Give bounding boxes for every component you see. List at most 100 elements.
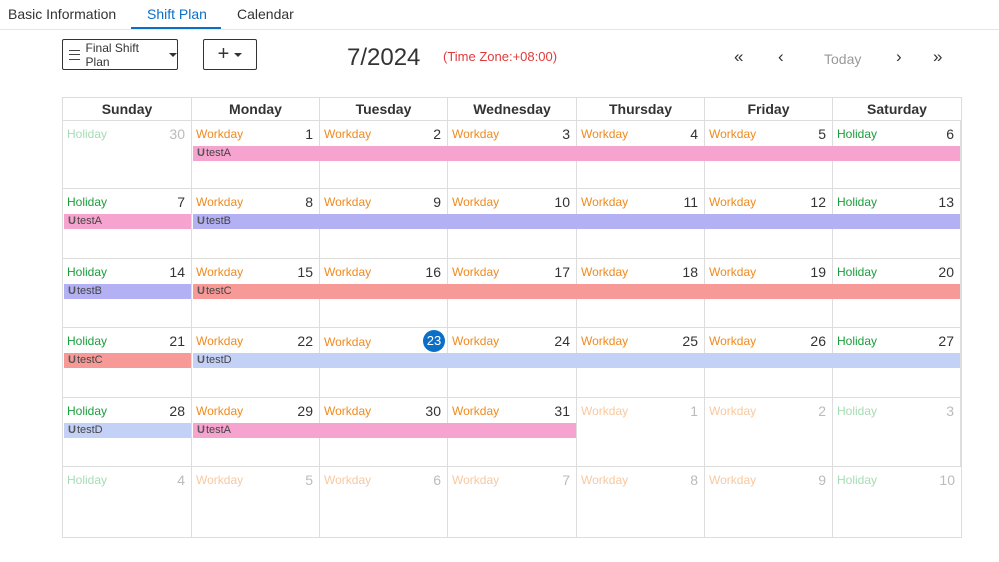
day-number: 13 (938, 194, 954, 210)
shift-bar-testA[interactable]: UtestA (193, 423, 576, 438)
day-cell[interactable]: Holiday 3 (833, 398, 961, 466)
day-status-label: Workday (581, 334, 629, 348)
day-cell[interactable]: Workday 9 (705, 467, 833, 537)
weekday-monday: Monday (192, 98, 320, 120)
day-number: 29 (297, 403, 313, 419)
day-status-label: Workday (581, 127, 629, 141)
day-number: 18 (682, 264, 698, 280)
weekday-tuesday: Tuesday (320, 98, 448, 120)
tab-shift-plan[interactable]: Shift Plan (147, 6, 207, 22)
day-number: 7 (562, 472, 570, 488)
day-number: 24 (554, 333, 570, 349)
day-cell[interactable]: Workday 7 (448, 467, 577, 537)
day-status-label: Workday (196, 127, 244, 141)
day-status-label: Holiday (67, 334, 108, 348)
day-number: 6 (946, 126, 954, 142)
day-number: 25 (682, 333, 698, 349)
previous-month-icon[interactable]: ‹ (778, 47, 784, 67)
tab-basic-information[interactable]: Basic Information (8, 6, 116, 22)
day-status-label: Holiday (837, 334, 878, 348)
day-cell[interactable]: Workday 5 (192, 467, 320, 537)
shift-name: testC (76, 354, 103, 366)
day-cell[interactable]: Workday 1 (577, 398, 705, 466)
day-status-label: Workday (196, 195, 244, 209)
day-status-label: Workday (196, 404, 244, 418)
day-cell[interactable]: Workday 8 (577, 467, 705, 537)
plus-icon: + (217, 43, 230, 65)
day-status-label: Workday (709, 473, 757, 487)
day-status-label: Holiday (837, 404, 878, 418)
shift-user-icon: U (197, 215, 205, 227)
day-number: 20 (938, 264, 954, 280)
day-number: 9 (433, 194, 441, 210)
day-cell[interactable]: Holiday 4 (63, 467, 192, 537)
day-status-label: Workday (581, 473, 629, 487)
day-status-label: Workday (324, 195, 372, 209)
shift-bar-testC[interactable]: UtestC (64, 353, 191, 368)
day-cell[interactable]: Workday 6 (320, 467, 448, 537)
shift-bar-testB[interactable]: UtestB (64, 284, 191, 299)
day-number: 4 (690, 126, 698, 142)
weekday-thursday: Thursday (577, 98, 705, 120)
shift-name: testD (205, 354, 232, 366)
shift-plan-select[interactable]: Final Shift Plan (62, 39, 178, 70)
day-status-label: Workday (324, 404, 372, 418)
shift-user-icon: U (68, 354, 76, 366)
day-number: 1 (305, 126, 313, 142)
day-number: 22 (297, 333, 313, 349)
day-number: 16 (425, 264, 441, 280)
day-number: 2 (433, 126, 441, 142)
day-cell[interactable]: Holiday 30 (63, 121, 192, 188)
day-status-label: Holiday (67, 195, 108, 209)
day-status-label: Workday (324, 473, 372, 487)
active-tab-indicator (131, 27, 221, 29)
day-number: 9 (818, 472, 826, 488)
shift-bar-testD[interactable]: UtestD (64, 423, 191, 438)
day-status-label: Workday (324, 127, 372, 141)
shift-bar-testC[interactable]: UtestC (193, 284, 960, 299)
day-status-label: Workday (452, 334, 500, 348)
shift-user-icon: U (68, 285, 76, 297)
day-status-label: Holiday (67, 127, 108, 141)
day-number: 26 (810, 333, 826, 349)
day-cell[interactable]: Workday 2 (705, 398, 833, 466)
next-month-icon[interactable]: › (896, 47, 902, 67)
day-cell[interactable]: Holiday 10 (833, 467, 961, 537)
today-button[interactable]: Today (824, 51, 861, 67)
day-number: 6 (433, 472, 441, 488)
shift-user-icon: U (197, 424, 205, 436)
day-status-label: Holiday (67, 473, 108, 487)
shift-bar-testA[interactable]: UtestA (64, 214, 191, 229)
day-number: 7 (177, 194, 185, 210)
day-status-label: Workday (709, 127, 757, 141)
weekday-sunday: Sunday (63, 98, 192, 120)
add-button[interactable]: + (203, 39, 257, 70)
day-number: 27 (938, 333, 954, 349)
day-number: 5 (818, 126, 826, 142)
weekday-friday: Friday (705, 98, 833, 120)
day-number: 30 (425, 403, 441, 419)
shift-name: testA (205, 424, 232, 436)
day-number: 31 (554, 403, 570, 419)
list-icon (69, 49, 80, 60)
day-number: 8 (690, 472, 698, 488)
day-status-label: Holiday (837, 195, 878, 209)
calendar-week-row: Holiday 21 Workday 22 Workday 23 Workday 24 Work… (63, 328, 961, 398)
day-number: 3 (562, 126, 570, 142)
tab-calendar[interactable]: Calendar (237, 6, 294, 22)
day-status-label: Holiday (67, 404, 108, 418)
calendar-week-row: Holiday 4 Workday 5 Workday 6 Workday 7 Workday 8… (63, 467, 961, 537)
chevron-down-icon (234, 52, 243, 57)
day-number: 21 (169, 333, 185, 349)
shift-bar-testD[interactable]: UtestD (193, 353, 960, 368)
first-page-icon[interactable]: « (734, 47, 743, 67)
day-status-label: Workday (452, 195, 500, 209)
last-page-icon[interactable]: » (933, 47, 942, 67)
day-status-label: Workday (709, 195, 757, 209)
shift-bar-testB[interactable]: UtestB (193, 214, 960, 229)
day-status-label: Workday (196, 473, 244, 487)
weekday-saturday: Saturday (867, 101, 927, 117)
tab-bar: Basic Information Shift Plan Calendar (0, 0, 999, 30)
shift-bar-testA[interactable]: UtestA (193, 146, 960, 161)
day-status-label: Workday (324, 335, 372, 349)
